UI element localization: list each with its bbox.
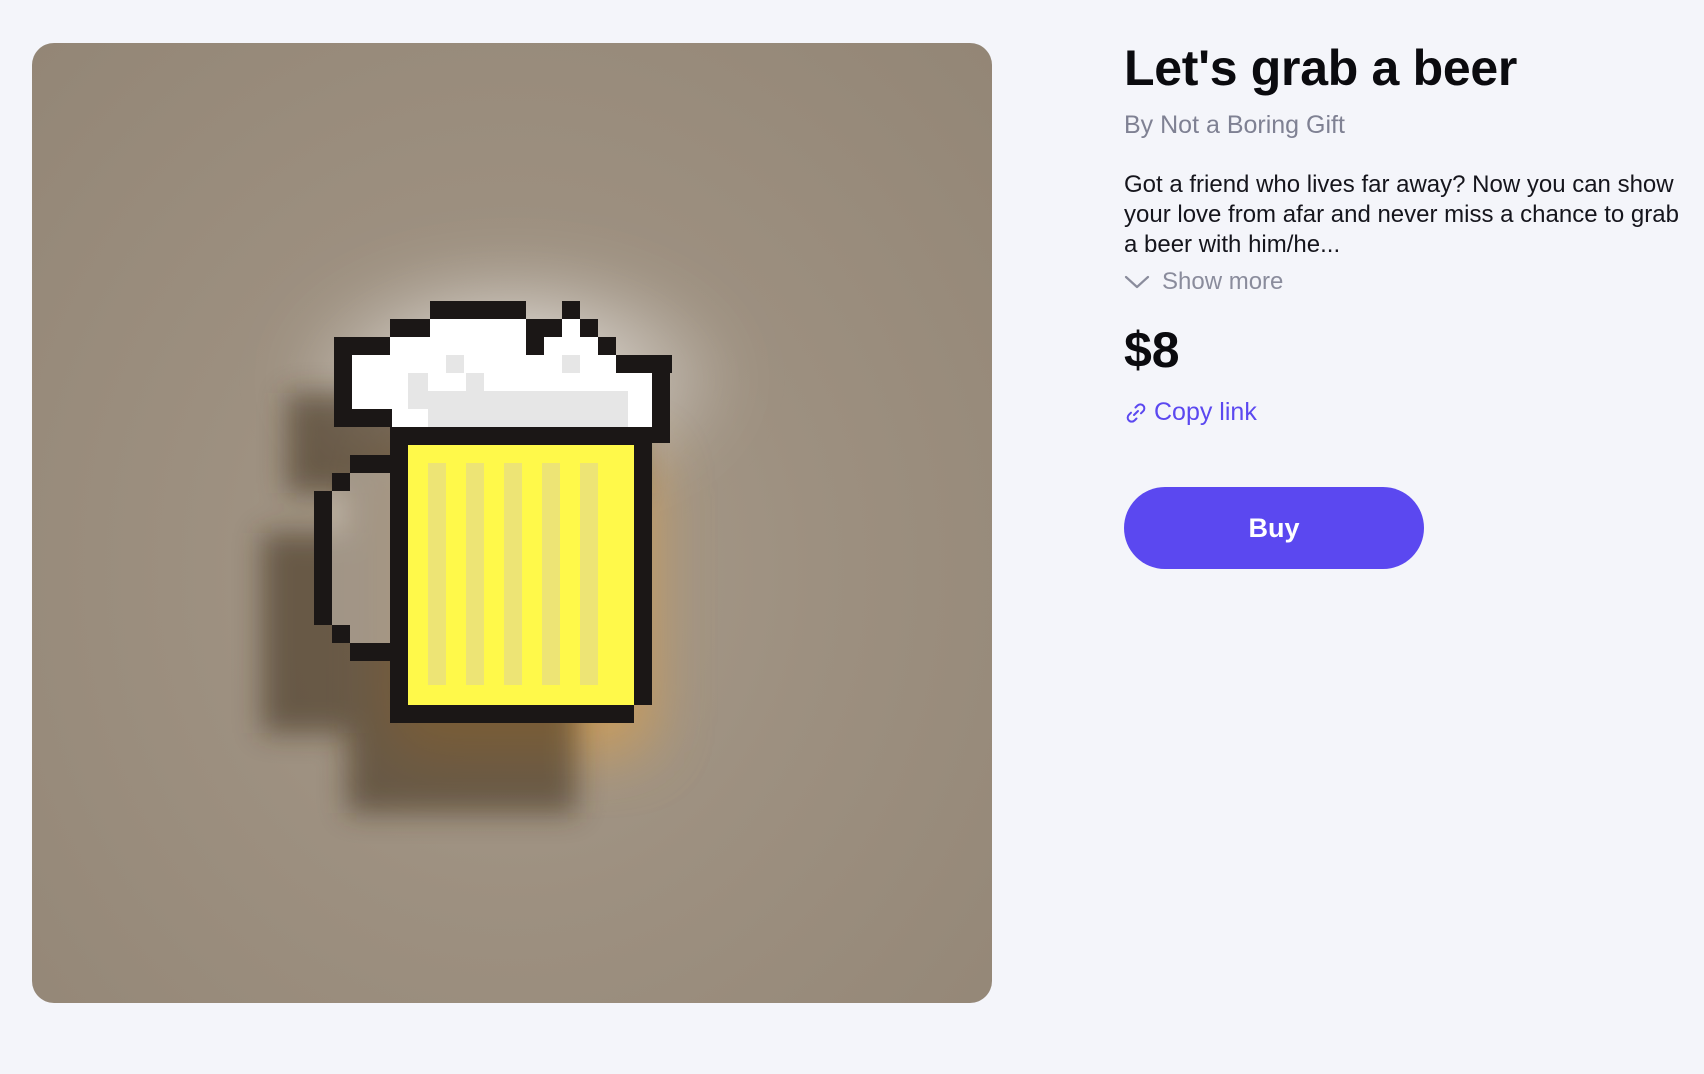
product-description: Got a friend who lives far away? Now you… — [1124, 171, 1679, 258]
copy-link-label: Copy link — [1154, 398, 1257, 426]
product-page: Let's grab a beer By Not a Boring Gift G… — [0, 0, 1704, 1074]
product-author: By Not a Boring Gift — [1124, 111, 1345, 139]
show-more-toggle[interactable]: Show more — [1124, 268, 1283, 296]
product-title: Let's grab a beer — [1124, 40, 1518, 96]
copy-link-button[interactable]: Copy link — [1124, 398, 1257, 427]
buy-button[interactable]: Buy — [1124, 487, 1424, 569]
product-image — [32, 43, 992, 1003]
chevron-down-icon — [1124, 275, 1150, 289]
link-icon — [1126, 402, 1146, 423]
product-info: Let's grab a beer By Not a Boring Gift G… — [1124, 40, 1684, 569]
pixel-beer-mug-icon — [262, 258, 742, 813]
product-price: $8 — [1124, 322, 1180, 378]
show-more-label: Show more — [1162, 268, 1284, 295]
